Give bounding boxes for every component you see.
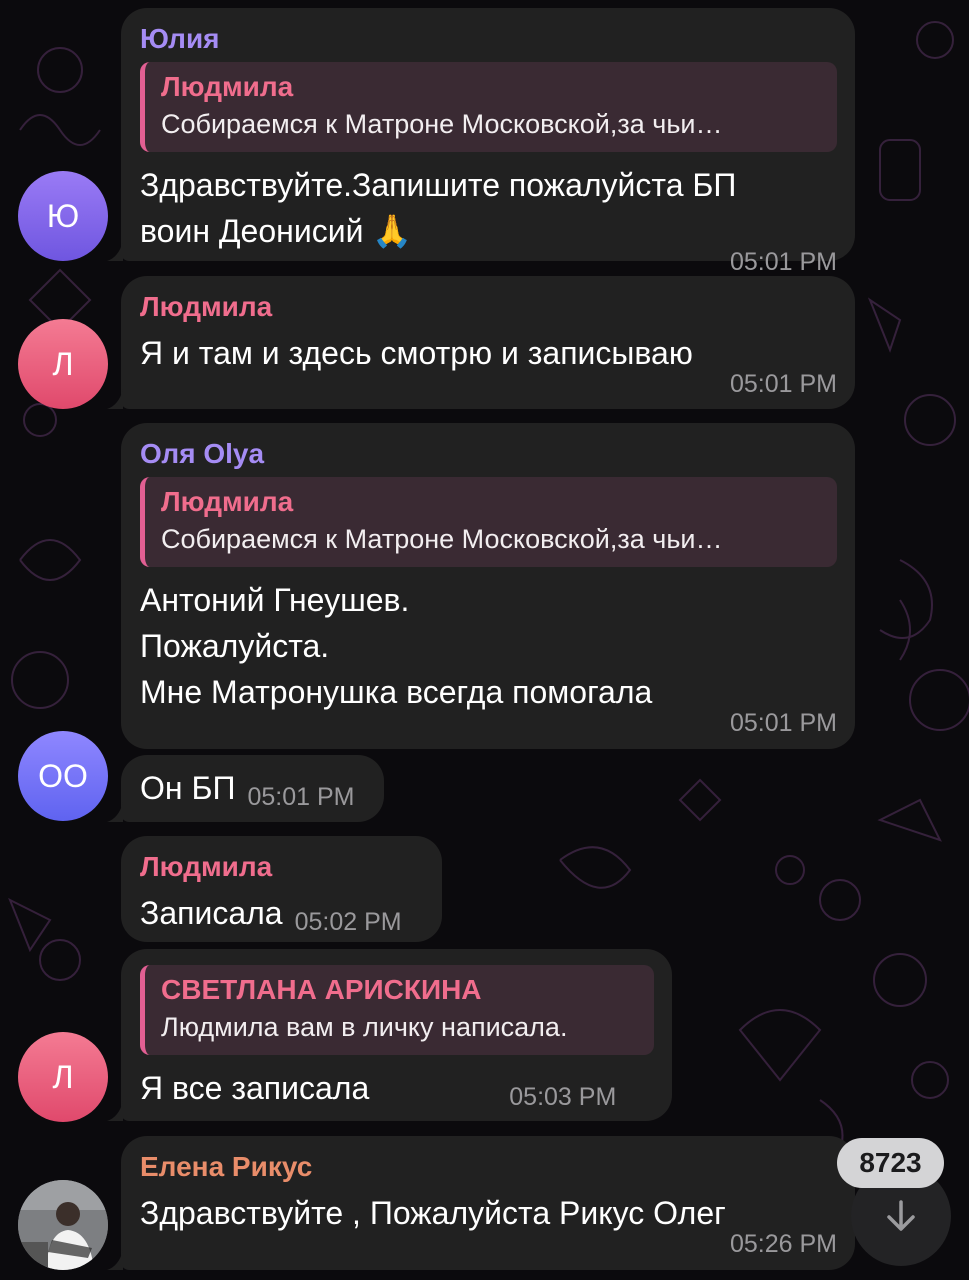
reply-text: Собираемся к Матроне Московской,за чьи… bbox=[161, 109, 723, 139]
avatar[interactable]: Л bbox=[18, 319, 108, 409]
avatar-initial: Ю bbox=[46, 197, 80, 234]
message-bubble[interactable]: Елена Рикус Здравствуйте , Пожалуйста Ри… bbox=[107, 1136, 855, 1270]
bubble-tail bbox=[107, 389, 123, 409]
avatar-initial: ОО bbox=[38, 757, 88, 794]
message-text: Антоний Гнеушев. Пожалуйста. Мне Матрону… bbox=[140, 582, 653, 710]
avatar-photo[interactable] bbox=[18, 1180, 108, 1270]
message-text: Он БП bbox=[140, 770, 236, 806]
reply-sender: СВЕТЛАНА АРИСКИНА bbox=[161, 974, 482, 1005]
message-bubble[interactable]: Людмила Записала 05:02 PM bbox=[121, 836, 442, 942]
avatar[interactable]: ОО bbox=[18, 731, 108, 821]
avatar[interactable]: Л bbox=[18, 1032, 108, 1122]
bubble-tail bbox=[107, 241, 123, 261]
message-text: Здравствуйте.Запишите пожалуйста БП воин… bbox=[140, 167, 737, 249]
reply-text: Людмила вам в личку написала. bbox=[161, 1012, 568, 1042]
message-bubble[interactable]: Юлия Людмила Собираемся к Матроне Москов… bbox=[107, 8, 855, 276]
avatar-initial: Л bbox=[52, 345, 74, 382]
sender-name[interactable]: Елена Рикус bbox=[140, 1150, 837, 1184]
sender-name[interactable]: Юлия bbox=[140, 22, 837, 56]
bubble-tail bbox=[107, 1101, 123, 1121]
avatar-initial: Л bbox=[52, 1058, 74, 1095]
message-bubble[interactable]: Он БП 05:01 PM bbox=[107, 755, 384, 822]
person-photo-icon bbox=[18, 1180, 108, 1270]
reply-quote[interactable]: Людмила Собираемся к Матроне Московской,… bbox=[140, 62, 837, 152]
unread-count-badge[interactable]: 8723 bbox=[837, 1138, 944, 1188]
sender-name[interactable]: Людмила bbox=[140, 850, 424, 884]
message-time: 05:03 PM bbox=[509, 1083, 617, 1111]
avatar[interactable]: Ю bbox=[18, 171, 108, 261]
message-time: 05:01 PM bbox=[247, 783, 355, 811]
bubble-tail bbox=[107, 802, 123, 822]
reply-quote[interactable]: СВЕТЛАНА АРИСКИНА Людмила вам в личку на… bbox=[140, 965, 654, 1055]
bubble-tail bbox=[107, 1250, 123, 1270]
sender-name[interactable]: Оля Olya bbox=[140, 437, 837, 471]
message-bubble[interactable]: СВЕТЛАНА АРИСКИНА Людмила вам в личку на… bbox=[107, 949, 672, 1121]
reply-text: Собираемся к Матроне Московской,за чьи… bbox=[161, 524, 723, 554]
message-text: Я все записала bbox=[140, 1070, 370, 1106]
message-text: Записала bbox=[140, 895, 283, 931]
sender-name[interactable]: Людмила bbox=[140, 290, 837, 324]
reply-sender: Людмила bbox=[161, 71, 294, 102]
message-bubble[interactable]: Оля Olya Людмила Собираемся к Матроне Мо… bbox=[121, 423, 855, 749]
reply-sender: Людмила bbox=[161, 486, 294, 517]
reply-quote[interactable]: Людмила Собираемся к Матроне Московской,… bbox=[140, 477, 837, 567]
arrow-down-icon bbox=[887, 1200, 915, 1231]
message-time: 05:02 PM bbox=[294, 908, 402, 936]
message-bubble[interactable]: Людмила Я и там и здесь смотрю и записыв… bbox=[107, 276, 855, 409]
